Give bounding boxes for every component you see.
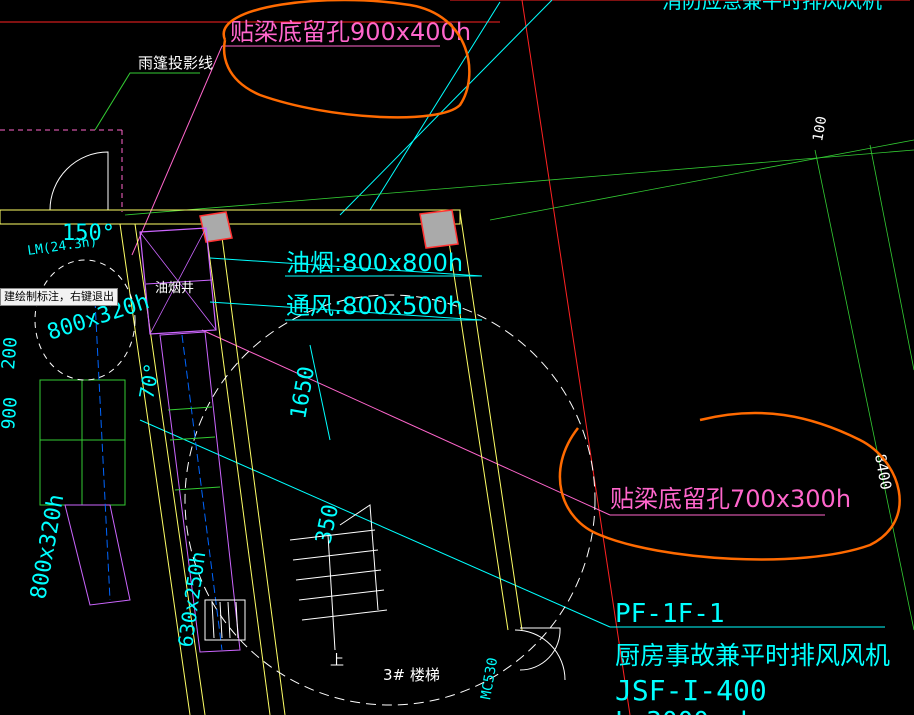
duct-sep-3 bbox=[174, 486, 221, 491]
left-duct-magenta bbox=[64, 504, 131, 606]
fan-desc-label: 厨房事故兼平时排风风机 bbox=[615, 641, 890, 670]
vent-duct-label: 通风:800x500h bbox=[286, 292, 463, 320]
fan-code-label: PF-1F-1 bbox=[615, 599, 725, 629]
door-arc-right-2 bbox=[514, 629, 566, 681]
pink-leader-right bbox=[201, 329, 611, 516]
left-900-label: 900 bbox=[0, 396, 22, 430]
dim-1650-label: 1650 bbox=[286, 365, 320, 422]
canopy-label: 雨篷投影线 bbox=[138, 54, 213, 72]
green-vertical-right-2 bbox=[869, 144, 914, 371]
wall-inner-left-1 bbox=[204, 221, 271, 715]
door-arc bbox=[49, 151, 109, 211]
stair-4 bbox=[298, 589, 385, 601]
top-hole-label: 贴梁底留孔900x400h bbox=[230, 18, 471, 46]
duct-800x320-vert-label: 800x320h bbox=[26, 492, 69, 601]
green-vertical-right-1 bbox=[814, 149, 914, 631]
g2 bbox=[219, 601, 223, 639]
stair-5 bbox=[301, 609, 388, 621]
column-left bbox=[199, 211, 233, 243]
canopy-leader bbox=[94, 72, 200, 131]
stair-3 bbox=[295, 569, 382, 581]
stair-circle bbox=[184, 294, 596, 706]
left-200-label: 200 bbox=[0, 336, 22, 370]
stair-label: 3# 楼梯 bbox=[383, 666, 440, 684]
top-right-text: 消防应急兼平时排风风机 bbox=[662, 0, 882, 13]
dim-100-label: 100 bbox=[810, 115, 830, 143]
duct-sep-1 bbox=[167, 406, 213, 411]
column-right bbox=[419, 209, 459, 249]
g3 bbox=[227, 601, 231, 639]
stair-up-label: 上 bbox=[330, 653, 344, 669]
cyan-long-diag bbox=[139, 419, 611, 628]
fan-flow-label: L=3000cmh bbox=[615, 707, 756, 715]
duct-sep-2 bbox=[169, 436, 216, 441]
smoke-duct-label: 油烟:800x800h bbox=[286, 249, 463, 277]
green-diag bbox=[124, 149, 914, 216]
left-duct-center bbox=[94, 299, 111, 601]
red-axis-line bbox=[521, 0, 631, 715]
right-hole-label: 贴梁底留孔700x300h bbox=[610, 485, 851, 513]
g1 bbox=[211, 601, 215, 639]
cad-drawing-canvas[interactable]: 消防应急兼平时排风风机 雨篷投影线 油烟井 油烟:800x800h 通风:800… bbox=[0, 0, 914, 715]
dim-350-label: 350 bbox=[311, 502, 344, 546]
command-tooltip: 建绘制标注，右键退出 bbox=[0, 288, 118, 306]
stair-2 bbox=[292, 549, 379, 561]
wall-inner-left-2 bbox=[219, 221, 286, 715]
mc-tag: MC530 bbox=[478, 656, 501, 700]
stair-arrow bbox=[327, 534, 336, 651]
fan-model-label: JSF-I-400 bbox=[615, 674, 767, 707]
oil-shaft-label: 油烟井 bbox=[155, 281, 194, 296]
fan-grille bbox=[204, 599, 246, 641]
